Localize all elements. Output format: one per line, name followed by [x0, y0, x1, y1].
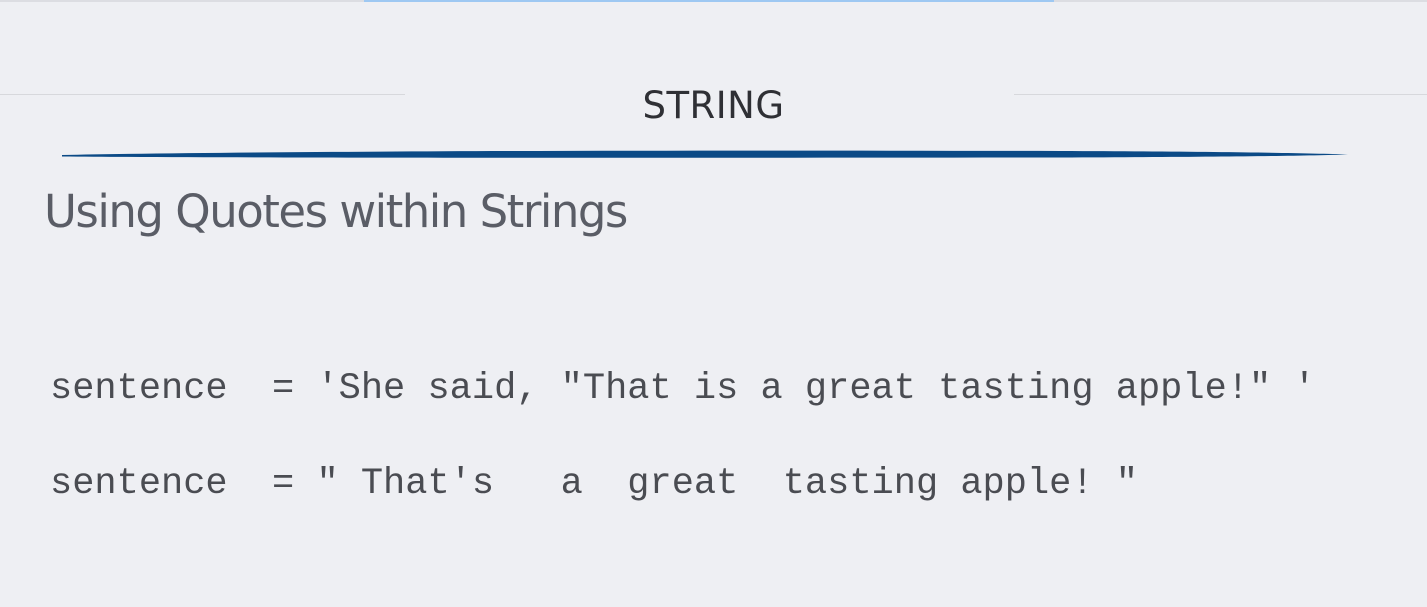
code-line-double-quote: sentence = " That's a great tasting appl…: [50, 463, 1138, 505]
section-title: STRING: [642, 84, 785, 127]
slide-heading: Using Quotes within Strings: [44, 185, 628, 238]
brush-stroke-divider: [62, 150, 1348, 158]
code-line-single-quote: sentence = 'She said, "That is a great t…: [50, 368, 1316, 410]
top-progress-accent: [364, 0, 1054, 2]
